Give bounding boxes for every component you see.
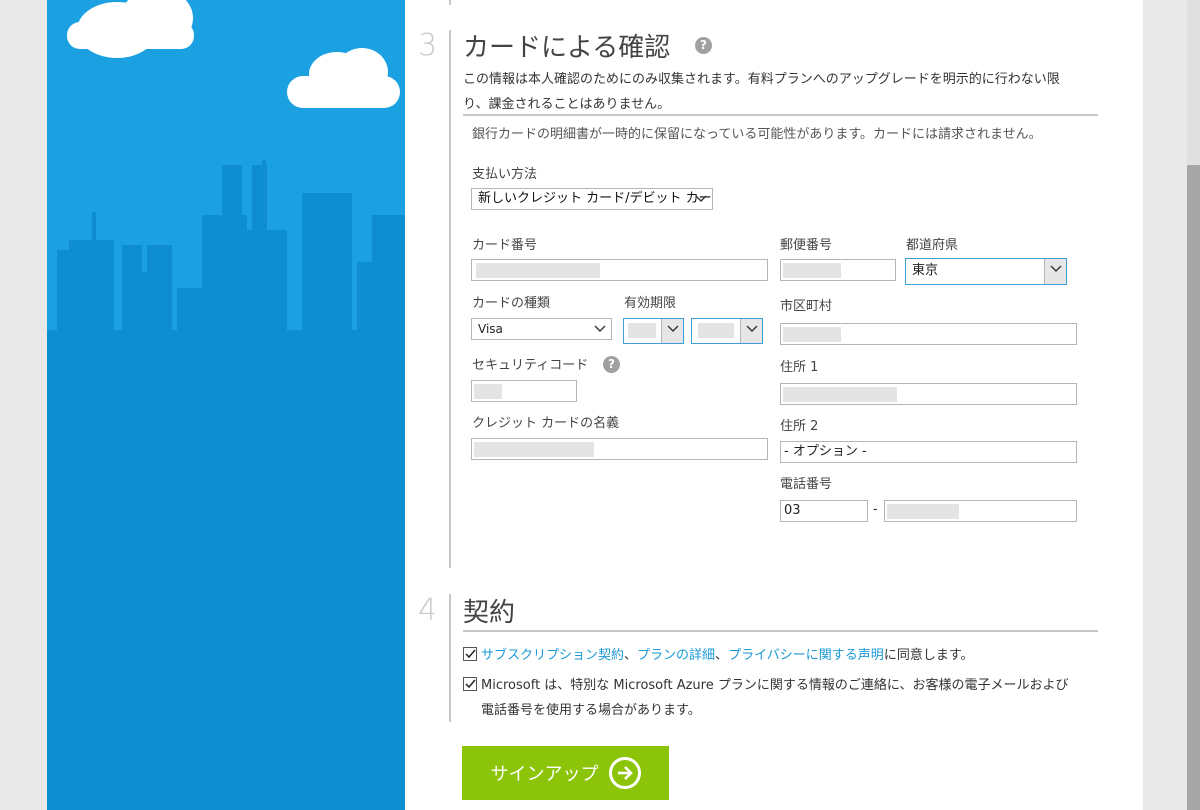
signup-button-label: サインアップ xyxy=(490,764,599,784)
phone-separator: - xyxy=(873,502,878,517)
chevron-down-icon xyxy=(661,319,683,343)
redacted-value xyxy=(628,323,656,338)
phone-number-input[interactable] xyxy=(884,500,1077,522)
cardholder-name-input[interactable] xyxy=(471,438,768,460)
card-type-label: カードの種類 xyxy=(472,296,551,311)
expiry-year-select[interactable] xyxy=(691,318,763,344)
phone-label: 電話番号 xyxy=(780,477,833,492)
card-type-select[interactable]: Visa xyxy=(471,318,612,340)
bank-hold-notice: 銀行カードの明細書が一時的に保留になっている可能性があります。カードには請求され… xyxy=(472,127,1042,142)
phone-area-input[interactable]: 03 xyxy=(780,500,868,522)
redacted-value xyxy=(887,504,959,519)
redacted-value xyxy=(783,263,841,278)
step-divider-top xyxy=(449,0,451,5)
help-icon[interactable]: ? xyxy=(603,356,620,373)
address1-label: 住所 1 xyxy=(780,360,819,375)
city-input[interactable] xyxy=(780,323,1077,345)
cloud-right xyxy=(287,48,400,108)
section-title-card-verification: カードによる確認 xyxy=(463,33,671,63)
privacy-statement-link[interactable]: プライバシーに関する声明 xyxy=(728,648,884,663)
expiry-month-select[interactable] xyxy=(623,318,684,344)
redacted-value xyxy=(698,323,734,338)
card-type-value: Visa xyxy=(478,322,503,336)
plan-details-link[interactable]: プランの詳細 xyxy=(637,648,715,663)
redacted-value xyxy=(783,327,841,342)
payment-method-label: 支払い方法 xyxy=(472,167,538,182)
notice-text-line2: り、課金されることはありません。 xyxy=(463,97,671,112)
chevron-down-icon xyxy=(740,319,762,343)
separator: 、 xyxy=(624,648,638,663)
scrollbar-thumb[interactable] xyxy=(1187,165,1200,810)
chevron-down-icon xyxy=(690,189,712,209)
arrow-right-circle-icon xyxy=(608,757,641,789)
chevron-down-icon xyxy=(1044,259,1066,284)
address1-input[interactable] xyxy=(780,383,1077,405)
agree-terms-text: サブスクリプション契約、プランの詳細、プライバシーに関する声明に同意します。 xyxy=(481,644,974,663)
step-number: 4 xyxy=(418,593,438,628)
cardholder-name-label: クレジット カードの名義 xyxy=(472,416,620,431)
subscription-agreement-link[interactable]: サブスクリプション契約 xyxy=(481,648,624,663)
card-number-label: カード番号 xyxy=(472,238,538,253)
postal-code-input[interactable] xyxy=(780,259,896,281)
contact-consent-line1: Microsoft は、特別な Microsoft Azure プランに関する情… xyxy=(481,678,1069,693)
agree-suffix: に同意します。 xyxy=(883,648,974,663)
chevron-down-icon xyxy=(589,319,611,339)
contact-consent-line2: 電話番号を使用する場合があります。 xyxy=(481,703,701,718)
checkmark-icon xyxy=(465,649,476,659)
security-code-input[interactable] xyxy=(471,380,577,402)
redacted-value xyxy=(474,384,502,399)
address2-placeholder: - オプション - xyxy=(784,444,867,459)
city-label: 市区町村 xyxy=(780,299,833,314)
expiry-label: 有効期限 xyxy=(624,296,677,311)
prefecture-select[interactable]: 東京 xyxy=(905,258,1067,285)
scrollbar[interactable] xyxy=(1187,0,1200,810)
address2-label: 住所 2 xyxy=(780,419,819,434)
signup-button[interactable]: サインアップ xyxy=(462,746,669,800)
section-title-agreement: 契約 xyxy=(463,598,516,628)
card-number-input[interactable] xyxy=(471,259,768,281)
skyline-illustration xyxy=(47,0,405,810)
notice-text-line1: この情報は本人確認のためにのみ収集されます。有料プランへのアップグレードを明示的… xyxy=(463,72,1060,87)
agree-terms-checkbox[interactable] xyxy=(463,647,477,661)
payment-method-select[interactable]: 新しいクレジット カード/デビット カード xyxy=(471,188,713,210)
section-divider xyxy=(463,630,1098,632)
help-icon[interactable]: ? xyxy=(695,37,712,54)
contact-consent-checkbox[interactable] xyxy=(463,677,477,691)
city-buildings xyxy=(47,160,405,810)
security-code-label: セキュリティコード xyxy=(472,358,589,373)
step4-line xyxy=(449,594,451,722)
redacted-value xyxy=(783,387,897,402)
cloud-top xyxy=(67,0,194,58)
phone-area-value: 03 xyxy=(784,503,801,518)
address2-input[interactable]: - オプション - xyxy=(780,441,1077,463)
section-divider xyxy=(463,114,1098,116)
postal-code-label: 郵便番号 xyxy=(780,238,833,253)
prefecture-label: 都道府県 xyxy=(906,238,959,253)
step-number: 3 xyxy=(418,28,438,63)
separator: 、 xyxy=(715,648,729,663)
step3-line xyxy=(449,30,451,568)
redacted-value xyxy=(476,263,600,278)
checkmark-icon xyxy=(465,679,476,689)
prefecture-value: 東京 xyxy=(912,263,939,278)
payment-method-value: 新しいクレジット カード/デビット カード xyxy=(478,191,713,206)
redacted-value xyxy=(474,442,594,457)
